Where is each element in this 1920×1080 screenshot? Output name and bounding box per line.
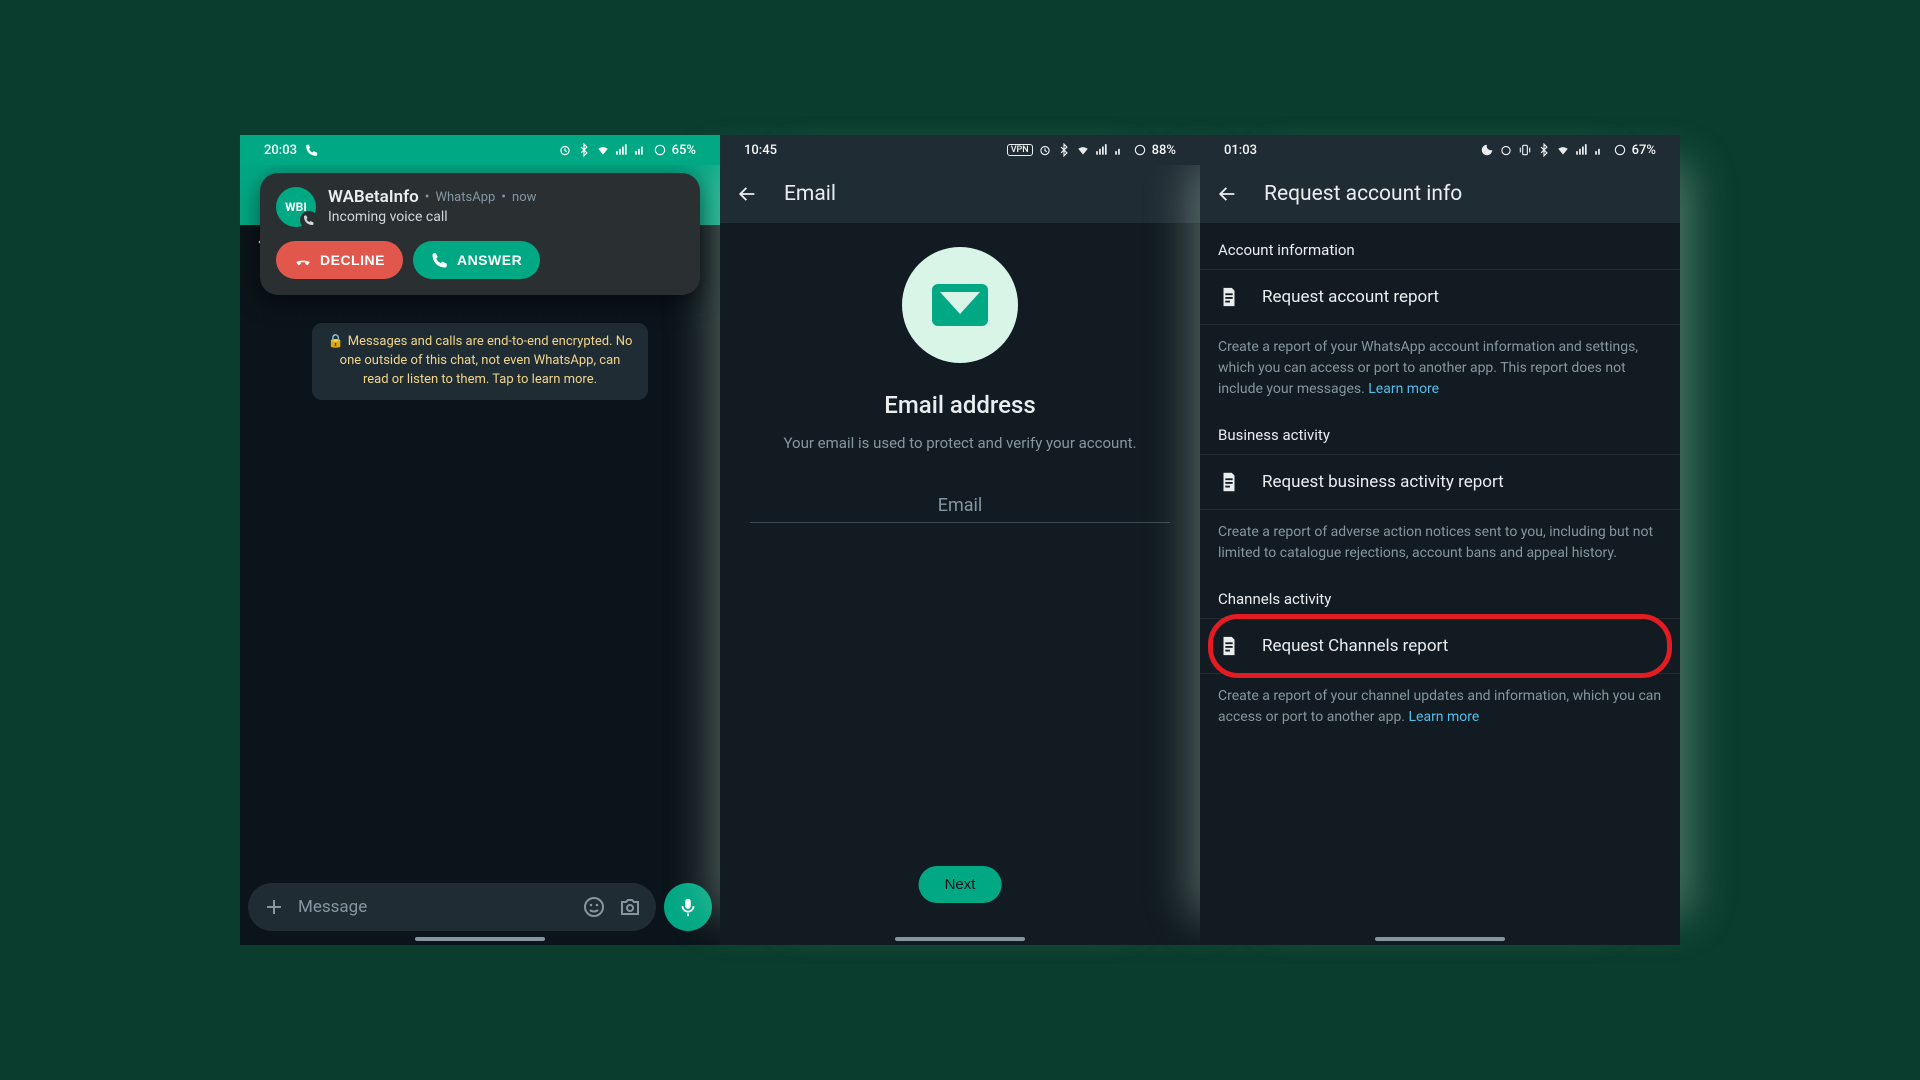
learn-more-link[interactable]: Learn more [1368, 381, 1439, 397]
signal2-icon [1594, 143, 1608, 157]
microphone-icon [677, 896, 699, 918]
appbar-title: Email [784, 182, 836, 206]
dnd-icon [1480, 143, 1494, 157]
hangup-icon [294, 251, 312, 269]
channels-report-description: Create a report of your channel updates … [1200, 674, 1680, 736]
status-time: 01:03 [1224, 143, 1257, 158]
app-bar: Email [720, 165, 1200, 223]
vpn-badge: VPN [1007, 144, 1033, 156]
status-battery: 88% [1152, 143, 1176, 158]
screenshot-email-setup: 10:45 VPN 88% Email Email address Your e… [720, 135, 1200, 945]
envelope-icon [932, 284, 988, 326]
vibrate-icon [1518, 143, 1532, 157]
account-report-description: Create a report of your WhatsApp account… [1200, 325, 1680, 408]
item-label: Request account report [1262, 287, 1439, 307]
request-account-report-item[interactable]: Request account report [1200, 269, 1680, 325]
status-battery: 65% [672, 143, 696, 158]
status-battery: 67% [1632, 143, 1656, 158]
section-account-info: Account information [1200, 223, 1680, 269]
wifi-icon [596, 143, 610, 157]
status-bar: 01:03 67% [1200, 135, 1680, 165]
back-icon[interactable] [1216, 183, 1238, 205]
status-bar: 10:45 VPN 88% [720, 135, 1200, 165]
phone-icon [431, 251, 449, 269]
item-label: Request Channels report [1262, 636, 1448, 656]
screenshot-whatsapp-chat: 20:03 65% WBI [240, 135, 720, 945]
screenshot-request-account-info: 01:03 67% Request account info Account i… [1200, 135, 1680, 945]
next-button[interactable]: Next [919, 866, 1002, 903]
signal-icon [1095, 143, 1109, 157]
email-input[interactable]: Email [750, 489, 1170, 523]
next-label: Next [945, 876, 976, 893]
document-icon [1218, 635, 1240, 657]
app-bar: Request account info [1200, 165, 1680, 223]
gesture-bar [415, 937, 545, 941]
message-placeholder: Message [298, 897, 570, 917]
learn-more-link[interactable]: Learn more [1408, 709, 1479, 725]
call-type-badge [300, 211, 318, 229]
signal-icon [1575, 143, 1589, 157]
email-heading: Email address [884, 391, 1035, 419]
document-icon [1218, 286, 1240, 308]
caller-name: WABetaInfo [328, 187, 419, 207]
battery-icon [653, 143, 667, 157]
encryption-notice[interactable]: 🔒Messages and calls are end-to-end encry… [312, 323, 648, 400]
bluetooth-icon [577, 143, 591, 157]
email-illustration [902, 247, 1018, 363]
request-business-report-item[interactable]: Request business activity report [1200, 454, 1680, 510]
appbar-title: Request account info [1264, 182, 1462, 206]
emoji-icon[interactable] [582, 895, 606, 919]
alarm-icon [1499, 143, 1513, 157]
request-channels-report-item[interactable]: Request Channels report [1200, 618, 1680, 674]
message-input[interactable]: Message [248, 883, 656, 931]
incoming-call-card: WBI WABetaInfo • WhatsApp • now Incoming… [260, 173, 700, 295]
separator-dot: • [425, 189, 430, 205]
item-label: Request business activity report [1262, 472, 1504, 492]
email-subtext: Your email is used to protect and verify… [784, 433, 1137, 455]
status-time: 10:45 [744, 143, 777, 158]
plus-icon[interactable] [262, 895, 286, 919]
caller-avatar: WBI [276, 187, 316, 227]
message-composer: Message [248, 883, 712, 931]
signal2-icon [634, 143, 648, 157]
document-icon [1218, 471, 1240, 493]
notification-time: now [512, 190, 536, 205]
decline-button[interactable]: DECLINE [276, 241, 403, 279]
signal2-icon [1114, 143, 1128, 157]
call-subtitle: Incoming voice call [328, 209, 684, 225]
bluetooth-icon [1537, 143, 1551, 157]
business-report-description: Create a report of adverse action notice… [1200, 510, 1680, 572]
separator-dot: • [501, 189, 506, 205]
status-time: 20:03 [264, 143, 297, 158]
battery-icon [1133, 143, 1147, 157]
phone-icon [305, 143, 319, 157]
camera-icon[interactable] [618, 895, 642, 919]
bluetooth-icon [1057, 143, 1071, 157]
alarm-icon [1038, 143, 1052, 157]
wifi-icon [1076, 143, 1090, 157]
battery-icon [1613, 143, 1627, 157]
app-name: WhatsApp [435, 190, 495, 205]
answer-button[interactable]: ANSWER [413, 241, 540, 279]
gesture-bar [1375, 937, 1505, 941]
alarm-icon [558, 143, 572, 157]
status-bar: 20:03 65% [240, 135, 720, 165]
section-business-activity: Business activity [1200, 408, 1680, 454]
lock-icon: 🔒 [328, 333, 344, 352]
decline-label: DECLINE [320, 252, 385, 268]
signal-icon [615, 143, 629, 157]
wifi-icon [1556, 143, 1570, 157]
phone-icon [303, 214, 315, 226]
answer-label: ANSWER [457, 252, 522, 268]
section-channels-activity: Channels activity [1200, 572, 1680, 618]
gesture-bar [895, 937, 1025, 941]
encryption-text: Messages and calls are end-to-end encryp… [340, 334, 633, 387]
voice-record-button[interactable] [664, 883, 712, 931]
back-icon[interactable] [736, 183, 758, 205]
